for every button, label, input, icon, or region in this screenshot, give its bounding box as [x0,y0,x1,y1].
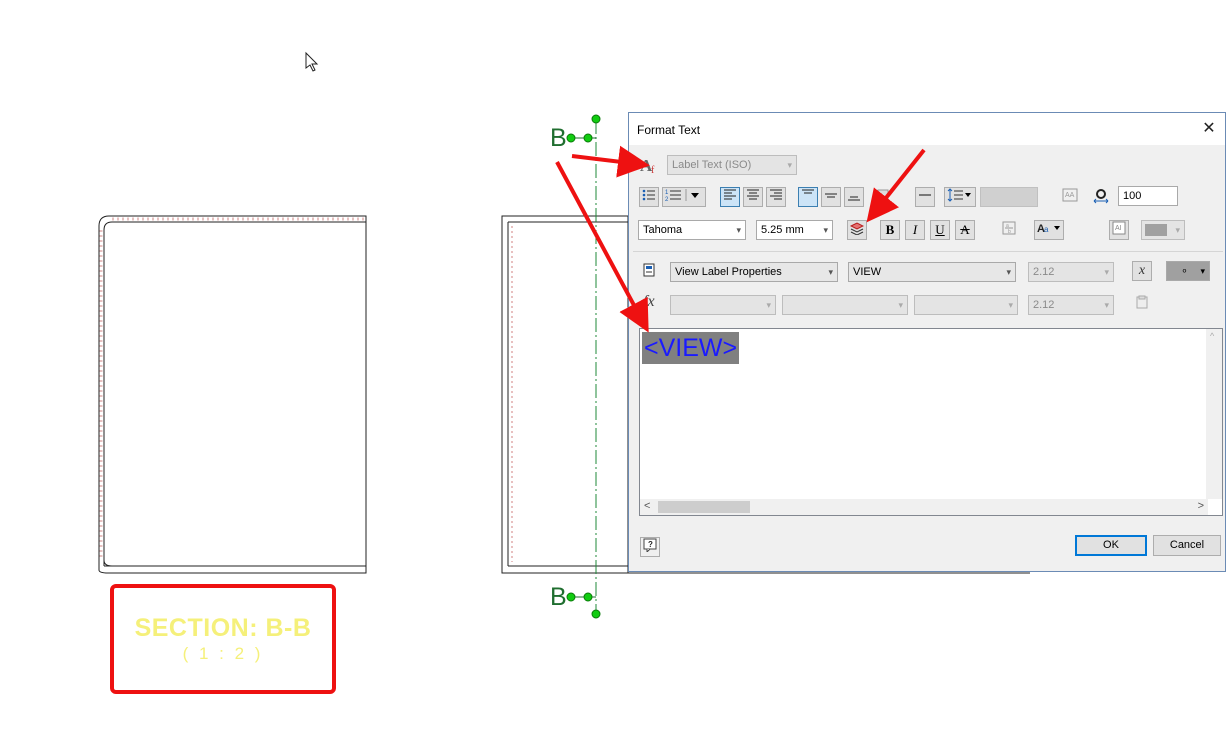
annotation-arrow-layer [866,148,926,223]
annotation-overlay [555,145,926,333]
annotation-arrow-style [571,145,650,178]
annotation-arrow-editor [555,161,649,333]
